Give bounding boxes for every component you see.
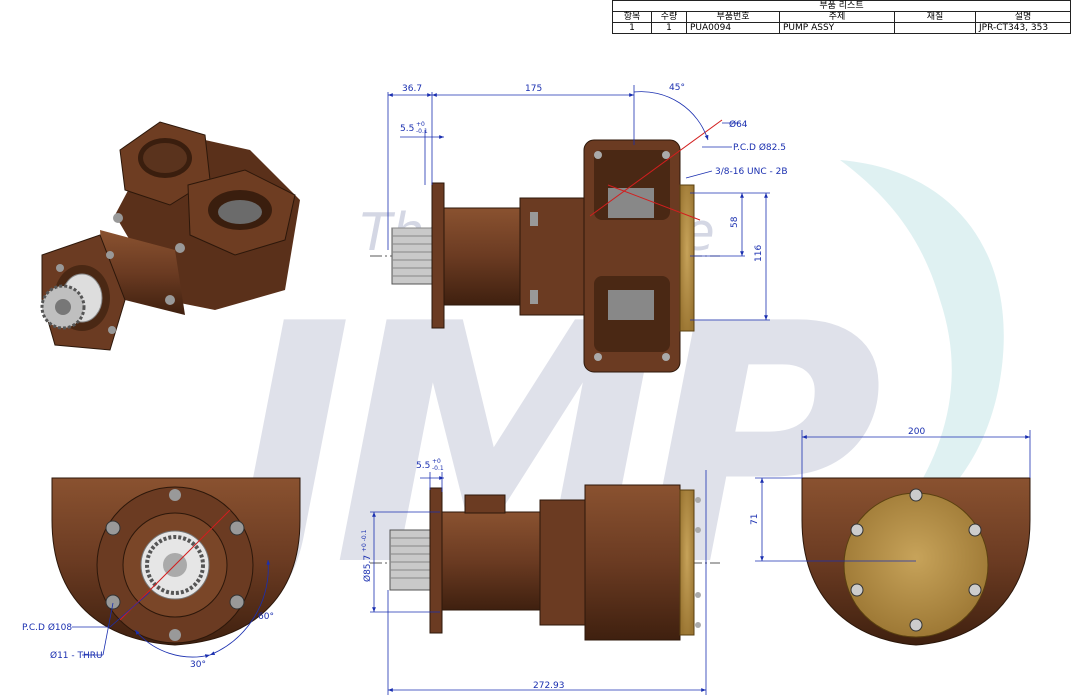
isometric-pump-view (40, 121, 300, 351)
dim-116: 116 (754, 245, 764, 262)
rear-end-view (801, 477, 1031, 646)
drawing-canvas: 36.7 175 45° Ø64 P.C.D Ø82.5 3/8-16 UNC … (22, 83, 1031, 695)
dim-58: 58 (730, 216, 740, 228)
dim-dia-64: Ø64 (729, 119, 748, 130)
dim-200: 200 (908, 427, 925, 437)
dim-angle-45: 45° (669, 83, 685, 93)
dim-tol-top: 5.5 (400, 124, 414, 134)
dim-pcd-82-5: P.C.D Ø82.5 (733, 142, 786, 153)
dim-tol-top-sup: +0 (416, 121, 425, 128)
dim-tol-front-sub: -0.1 (432, 465, 444, 472)
dim-dia-85-7: Ø85.7 (362, 555, 373, 582)
side-view (370, 484, 720, 641)
dim-tol-front-sup: +0 (432, 458, 441, 465)
dim-tol-front: 5.5 (416, 461, 430, 471)
dim-hole-11: Ø11 - THRU (50, 650, 103, 661)
dim-71: 71 (750, 514, 760, 525)
dim-36-7: 36.7 (402, 84, 422, 94)
dim-dia-85-7-tol: +0 -0.1 (361, 529, 368, 552)
dim-272-93: 272.93 (533, 681, 565, 691)
dim-angle-60: 60° (258, 612, 274, 622)
dim-angle-30: 30° (190, 660, 206, 670)
top-view (370, 119, 723, 373)
dim-pcd-108: P.C.D Ø108 (22, 622, 72, 633)
dim-tol-top-sub: -0.1 (416, 128, 428, 135)
dim-thread: 3/8-16 UNC - 2B (715, 167, 788, 177)
dim-175: 175 (525, 84, 542, 94)
